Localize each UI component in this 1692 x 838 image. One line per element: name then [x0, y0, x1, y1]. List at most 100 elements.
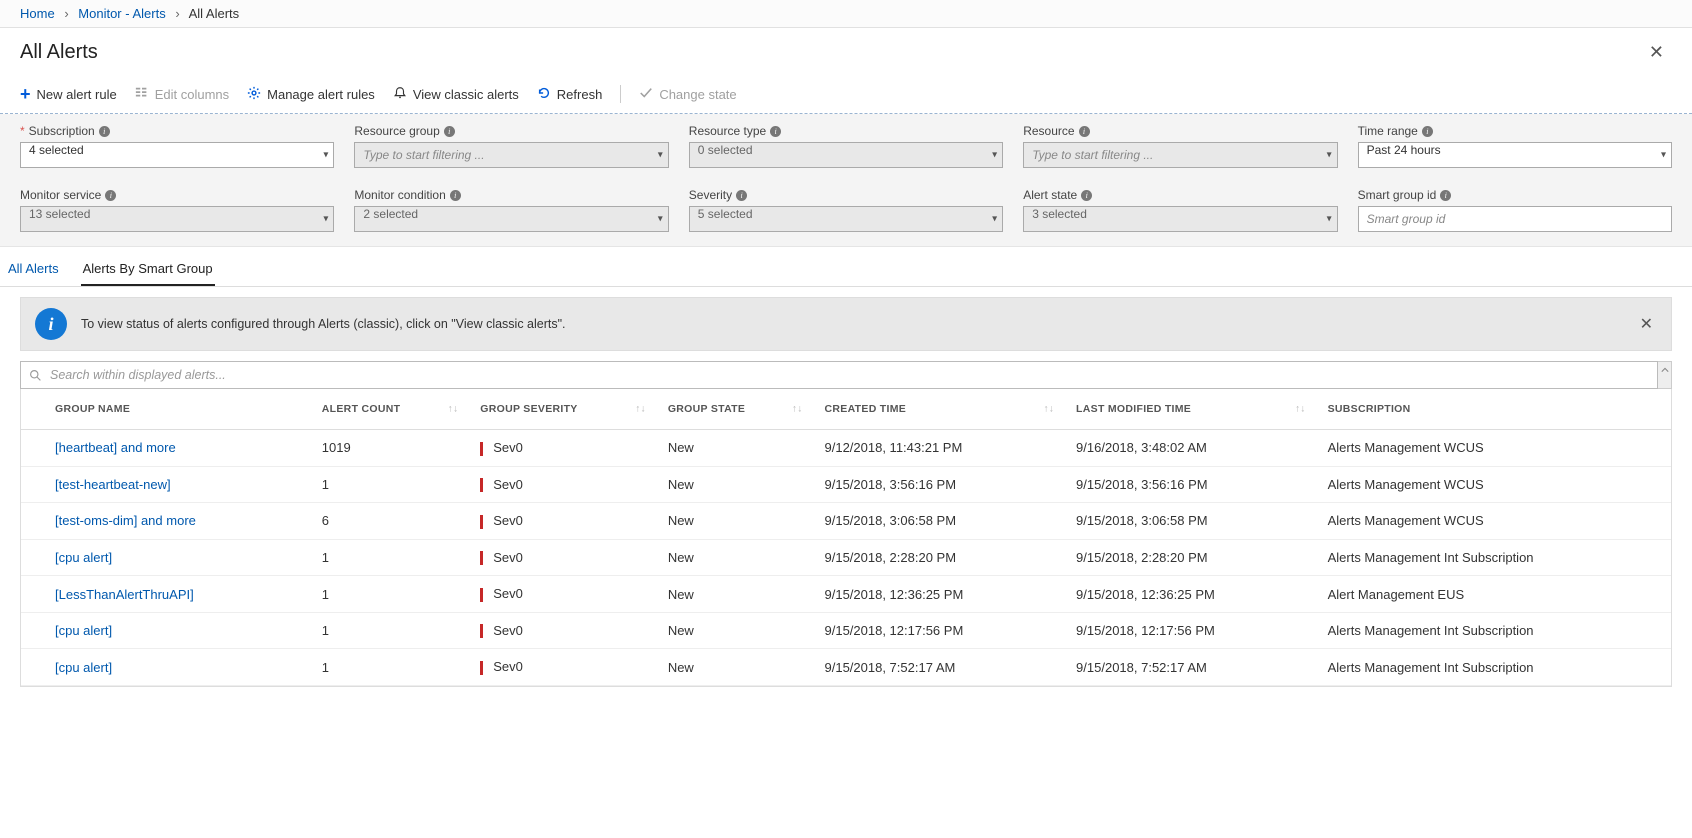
group-name-link[interactable]: [cpu alert] — [55, 623, 112, 638]
filter-monitor-service: Monitor service i13 selected▾ — [20, 188, 334, 232]
cell-severity: Sev0 — [468, 430, 656, 467]
toolbar: + New alert rule Edit columns Manage ale… — [0, 79, 1692, 114]
resource-type-select[interactable]: 0 selected — [689, 142, 1003, 168]
alerts-table: Group Name Alert Count↑↓ Group Severity↑… — [20, 389, 1672, 687]
cell-alert-count: 1019 — [310, 430, 468, 467]
view-classic-alerts-button[interactable]: View classic alerts — [393, 86, 519, 103]
monitor-service-select[interactable]: 13 selected — [20, 206, 334, 232]
table-row[interactable]: [heartbeat] and more1019Sev0New9/12/2018… — [21, 430, 1671, 467]
info-icon: i — [444, 126, 455, 137]
info-icon: i — [99, 126, 110, 137]
severity-bar-icon — [480, 588, 483, 602]
col-created-time-label: Created Time — [825, 403, 907, 415]
edit-columns-button[interactable]: Edit columns — [135, 86, 229, 103]
refresh-label: Refresh — [557, 87, 603, 102]
cell-state: New — [656, 539, 813, 576]
filter-label: Resource group i — [354, 124, 668, 138]
severity-bar-icon — [480, 478, 483, 492]
change-state-label: Change state — [659, 87, 736, 102]
cell-created: 9/15/2018, 7:52:17 AM — [813, 649, 1065, 686]
subscription-select[interactable]: 4 selected — [20, 142, 334, 168]
resource-input[interactable] — [1023, 142, 1337, 168]
info-banner: i To view status of alerts configured th… — [20, 297, 1672, 351]
view-classic-label: View classic alerts — [413, 87, 519, 102]
tabs: All Alerts Alerts By Smart Group — [0, 247, 1692, 287]
cell-severity: Sev0 — [468, 649, 656, 686]
group-name-link[interactable]: [test-heartbeat-new] — [55, 477, 171, 492]
manage-rules-label: Manage alert rules — [267, 87, 375, 102]
cell-alert-count: 6 — [310, 503, 468, 540]
chevron-right-icon: › — [175, 6, 179, 21]
alert-state-select[interactable]: 3 selected — [1023, 206, 1337, 232]
cell-subscription: Alerts Management WCUS — [1316, 466, 1671, 503]
breadcrumb-home[interactable]: Home — [20, 6, 55, 21]
cell-alert-count: 1 — [310, 576, 468, 613]
cell-created: 9/15/2018, 3:06:58 PM — [813, 503, 1065, 540]
scroll-up-icon[interactable] — [1658, 361, 1672, 389]
cell-created: 9/15/2018, 12:36:25 PM — [813, 576, 1065, 613]
close-icon[interactable]: ✕ — [1641, 38, 1672, 67]
cell-state: New — [656, 430, 813, 467]
table-row[interactable]: [cpu alert]1Sev0New9/15/2018, 12:17:56 P… — [21, 612, 1671, 649]
cell-state: New — [656, 466, 813, 503]
table-row[interactable]: [test-oms-dim] and more6Sev0New9/15/2018… — [21, 503, 1671, 540]
tab-all-alerts[interactable]: All Alerts — [6, 255, 61, 286]
group-name-link[interactable]: [LessThanAlertThruAPI] — [55, 587, 194, 602]
banner-close-icon[interactable]: ✕ — [1636, 310, 1657, 338]
severity-bar-icon — [480, 442, 483, 456]
cell-alert-count: 1 — [310, 649, 468, 686]
cell-severity: Sev0 — [468, 539, 656, 576]
col-last-modified[interactable]: Last Modified Time↑↓ — [1064, 389, 1316, 430]
filter-resource-type: Resource type i0 selected▾ — [689, 124, 1003, 168]
col-group-name[interactable]: Group Name — [21, 389, 310, 430]
filter-alert-state: Alert state i3 selected▾ — [1023, 188, 1337, 232]
group-name-link[interactable]: [test-oms-dim] and more — [55, 513, 196, 528]
search-input[interactable] — [50, 362, 1657, 388]
filter-label: Monitor service i — [20, 188, 334, 202]
new-alert-rule-button[interactable]: + New alert rule — [20, 87, 117, 102]
cell-modified: 9/15/2018, 7:52:17 AM — [1064, 649, 1316, 686]
col-subscription[interactable]: Subscription — [1316, 389, 1671, 430]
filter-severity: Severity i5 selected▾ — [689, 188, 1003, 232]
refresh-icon — [537, 86, 551, 103]
smart-group-id-input[interactable] — [1358, 206, 1672, 232]
filter-label: Resource type i — [689, 124, 1003, 138]
change-state-button[interactable]: Change state — [639, 86, 736, 103]
cell-modified: 9/15/2018, 12:17:56 PM — [1064, 612, 1316, 649]
group-name-link[interactable]: [cpu alert] — [55, 550, 112, 565]
cell-modified: 9/16/2018, 3:48:02 AM — [1064, 430, 1316, 467]
col-created-time[interactable]: Created Time↑↓ — [813, 389, 1065, 430]
cell-state: New — [656, 503, 813, 540]
refresh-button[interactable]: Refresh — [537, 86, 603, 103]
toolbar-separator — [620, 85, 621, 103]
monitor-condition-select[interactable]: 2 selected — [354, 206, 668, 232]
filter-label: Monitor condition i — [354, 188, 668, 202]
filter-label: Severity i — [689, 188, 1003, 202]
time-range-select[interactable]: Past 24 hours — [1358, 142, 1672, 168]
breadcrumb-monitor-alerts[interactable]: Monitor - Alerts — [78, 6, 165, 21]
tab-alerts-by-smart-group[interactable]: Alerts By Smart Group — [81, 255, 215, 286]
filter-label: * Subscription i — [20, 124, 334, 138]
manage-alert-rules-button[interactable]: Manage alert rules — [247, 86, 375, 103]
cell-severity: Sev0 — [468, 612, 656, 649]
severity-select[interactable]: 5 selected — [689, 206, 1003, 232]
col-group-severity[interactable]: Group Severity↑↓ — [468, 389, 656, 430]
table-row[interactable]: [cpu alert]1Sev0New9/15/2018, 7:52:17 AM… — [21, 649, 1671, 686]
cell-modified: 9/15/2018, 12:36:25 PM — [1064, 576, 1316, 613]
table-row[interactable]: [cpu alert]1Sev0New9/15/2018, 2:28:20 PM… — [21, 539, 1671, 576]
resource-group-input[interactable] — [354, 142, 668, 168]
sort-icon: ↑↓ — [1295, 404, 1306, 415]
col-group-state[interactable]: Group State↑↓ — [656, 389, 813, 430]
group-name-link[interactable]: [heartbeat] and more — [55, 440, 176, 455]
group-name-link[interactable]: [cpu alert] — [55, 660, 112, 675]
cell-severity: Sev0 — [468, 466, 656, 503]
table-row[interactable]: [LessThanAlertThruAPI]1Sev0New9/15/2018,… — [21, 576, 1671, 613]
severity-bar-icon — [480, 551, 483, 565]
filter-resource: Resource i▾ — [1023, 124, 1337, 168]
info-icon: i — [450, 190, 461, 201]
col-alert-count[interactable]: Alert Count↑↓ — [310, 389, 468, 430]
sort-icon: ↑↓ — [635, 404, 646, 415]
severity-bar-icon — [480, 515, 483, 529]
table-row[interactable]: [test-heartbeat-new]1Sev0New9/15/2018, 3… — [21, 466, 1671, 503]
table-header-row: Group Name Alert Count↑↓ Group Severity↑… — [21, 389, 1671, 430]
